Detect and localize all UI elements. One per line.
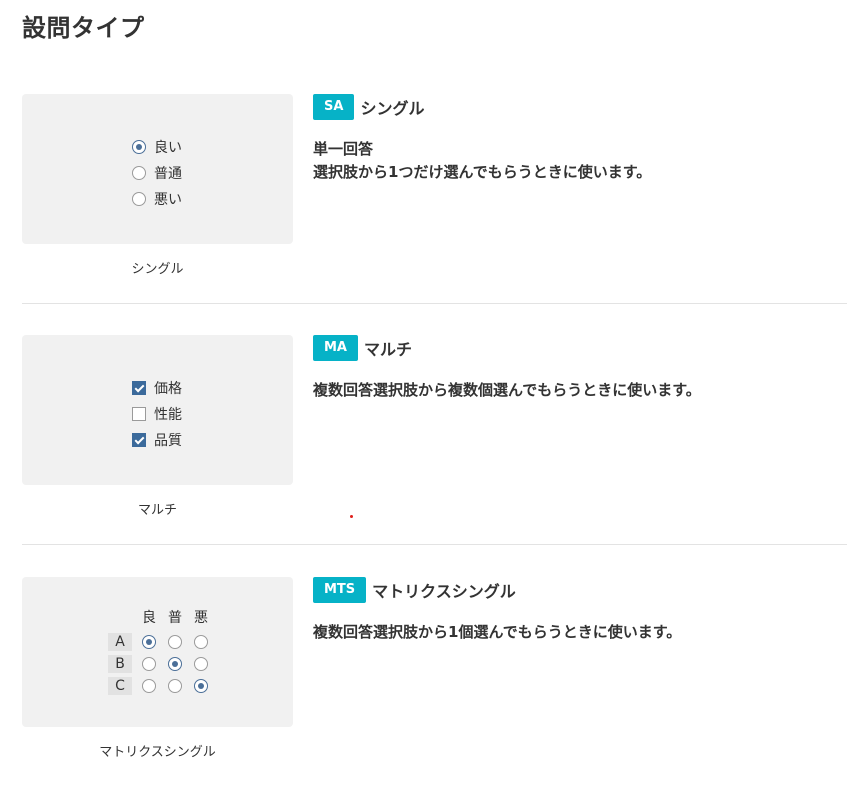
question-type-single: 良い 普通 悪い シングル SA シングル 単一回答 選択肢から1つだけ選んでもら… [22, 94, 847, 304]
matrix-column-label: 悪 [194, 610, 208, 626]
type-name: マルチ [364, 340, 413, 359]
radio-selected-icon [168, 657, 182, 671]
multi-info: MA マルチ 複数回答選択肢から複数個選んでもらうときに使います。 [313, 335, 847, 402]
multi-option: 品質 [132, 427, 182, 453]
question-type-multi: 価格 性能 品質 マルチ MA マルチ 複数回答選択肢から複数個選んでもらうときに… [22, 335, 847, 545]
checkbox-checked-icon [132, 433, 146, 447]
matrix-row: B [108, 653, 214, 675]
description-text: 選択肢から1つだけ選んでもらうときに使います。 [313, 163, 652, 181]
type-description: 複数回答選択肢から1個選んでもらうときに使います。 [313, 621, 847, 644]
radio-icon [142, 679, 156, 693]
option-label: 普通 [154, 166, 182, 182]
type-description: 複数回答選択肢から複数個選んでもらうときに使います。 [313, 379, 847, 402]
description-text: 複数回答選択肢から複数個選んでもらうときに使います。 [313, 381, 701, 399]
description-title: 単一回答 [313, 140, 374, 158]
matrix-row-label: B [108, 655, 132, 673]
option-label: 品質 [154, 433, 182, 449]
question-type-matrix-single: 良 普 悪 A B C マトリクスシングル MTS マトリクスシングル 複数回答… [22, 577, 847, 787]
matrix-row: C [108, 675, 214, 697]
option-label: 悪い [154, 192, 182, 208]
single-info: SA シングル 単一回答 選択肢から1つだけ選んでもらうときに使います。 [313, 94, 847, 184]
radio-icon [168, 679, 182, 693]
option-label: 良い [154, 140, 182, 156]
matrix-header: 良 普 悪 [136, 603, 214, 631]
type-badge-sa: SA [313, 94, 355, 120]
radio-icon [194, 657, 208, 671]
type-description: 単一回答 選択肢から1つだけ選んでもらうときに使います。 [313, 138, 847, 184]
matrix-row-label: C [108, 677, 132, 695]
radio-icon [194, 635, 208, 649]
checkbox-checked-icon [132, 381, 146, 395]
divider [22, 544, 847, 545]
single-preview[interactable]: 良い 普通 悪い [22, 94, 293, 244]
multi-option: 性能 [132, 401, 182, 427]
single-option: 悪い [132, 186, 182, 212]
matrix-caption: マトリクスシングル [99, 745, 216, 760]
radio-selected-icon [142, 635, 156, 649]
matrix-row: A [108, 631, 214, 653]
radio-selected-icon [132, 140, 146, 154]
multi-option: 価格 [132, 375, 182, 401]
radio-icon [142, 657, 156, 671]
matrix-preview[interactable]: 良 普 悪 A B C [22, 577, 293, 727]
matrix-row-label: A [108, 633, 132, 651]
matrix-column-label: 普 [168, 610, 182, 626]
radio-icon [168, 635, 182, 649]
checkbox-icon [132, 407, 146, 421]
single-caption: シングル [131, 262, 184, 277]
multi-caption: マルチ [137, 503, 177, 518]
type-name: シングル [360, 99, 425, 118]
matrix-column-label: 良 [142, 610, 156, 626]
type-badge-mts: MTS [313, 577, 367, 603]
matrix-info: MTS マトリクスシングル 複数回答選択肢から1個選んでもらうときに使います。 [313, 577, 847, 644]
option-label: 価格 [154, 381, 182, 397]
multi-preview[interactable]: 価格 性能 品質 [22, 335, 293, 485]
radio-selected-icon [194, 679, 208, 693]
marker-dot [350, 515, 353, 518]
radio-icon [132, 192, 146, 206]
radio-icon [132, 166, 146, 180]
multi-option-list: 価格 性能 品質 [132, 375, 182, 453]
type-badge-ma: MA [313, 335, 358, 361]
option-label: 性能 [154, 407, 182, 423]
single-option-list: 良い 普通 悪い [132, 134, 182, 212]
single-option: 良い [132, 134, 182, 160]
divider [22, 303, 847, 304]
single-option: 普通 [132, 160, 182, 186]
matrix-grid: 良 普 悪 A B C [108, 603, 214, 697]
type-name: マトリクスシングル [372, 582, 516, 601]
description-text: 複数回答選択肢から1個選んでもらうときに使います。 [313, 623, 682, 641]
page-title: 設問タイプ [22, 14, 145, 42]
